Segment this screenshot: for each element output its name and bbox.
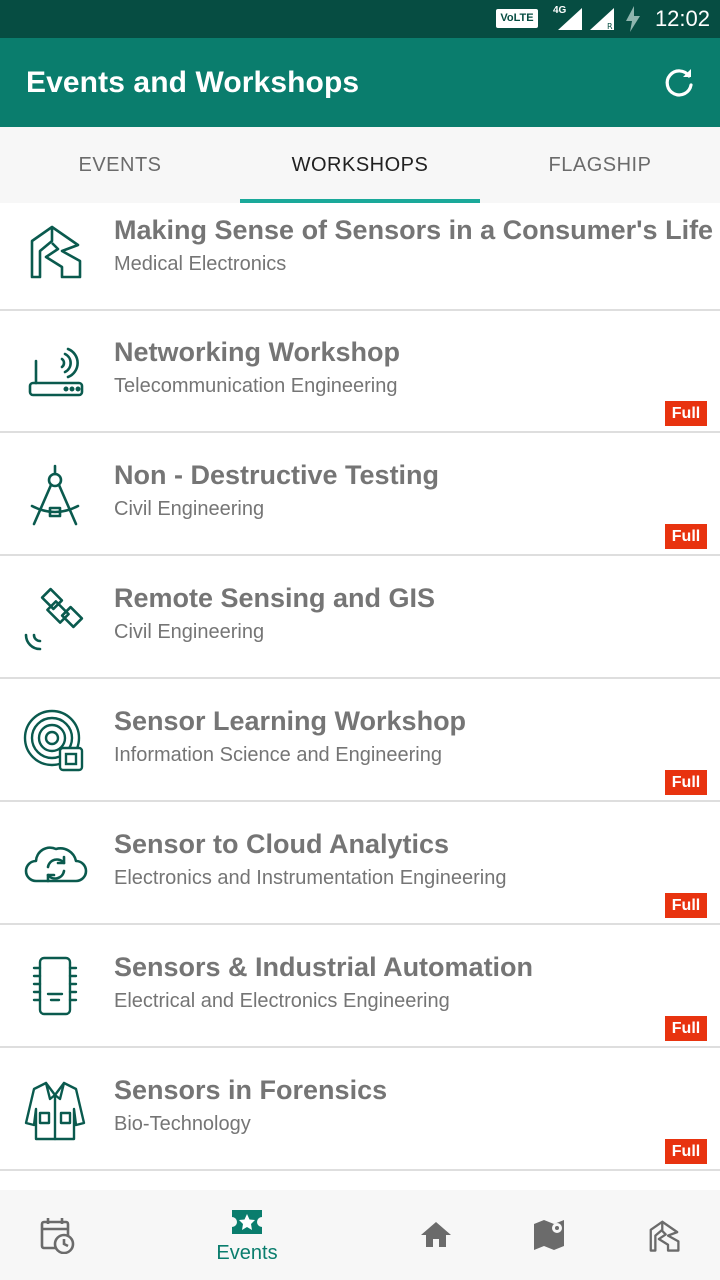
item-title: Sensor Learning Workshop	[114, 706, 467, 736]
item-title: Sensor to Cloud Analytics	[114, 829, 450, 859]
ps-logo-icon	[649, 1220, 680, 1252]
chip-icon	[32, 956, 78, 1016]
ps-logo-icon	[30, 225, 82, 279]
item-subtitle: Civil Engineering	[114, 498, 265, 520]
volte-indicator: VoLTE	[496, 9, 538, 28]
map-icon	[534, 1220, 564, 1250]
router-icon	[28, 347, 84, 397]
nav-about[interactable]	[640, 1190, 688, 1280]
app-bar: Events and Workshops	[0, 38, 720, 127]
item-subtitle: Civil Engineering	[114, 621, 265, 643]
signal-icon	[558, 8, 582, 30]
item-subtitle: Medical Electronics	[114, 253, 287, 275]
list-item[interactable]: Sensor Learning Workshop Information Sci…	[0, 680, 720, 802]
item-title: Remote Sensing and GIS	[114, 583, 436, 613]
workshop-list: Making Sense of Sensors in a Consumer's …	[0, 203, 720, 1190]
status-badge: Full	[665, 893, 707, 918]
compass-icon	[30, 464, 80, 526]
bottom-nav: Events	[0, 1190, 720, 1280]
sensor-rings-icon	[23, 709, 84, 772]
list-item[interactable]: Making Sense of Sensors in a Consumer's …	[0, 203, 720, 311]
nav-home[interactable]	[414, 1190, 458, 1280]
status-badge: Full	[665, 1016, 707, 1041]
item-title: Sensors in Forensics	[114, 1075, 388, 1105]
status-badge: Full	[665, 401, 707, 426]
home-icon	[421, 1222, 451, 1247]
status-bar: VoLTE 4G R 12:02	[0, 0, 720, 38]
signal-roaming-icon: R	[590, 8, 614, 30]
item-title: Sensors & Industrial Automation	[114, 952, 534, 982]
tab-bar: EVENTS WORKSHOPS FLAGSHIP	[0, 127, 720, 203]
tab-workshops[interactable]: WORKSHOPS	[240, 127, 480, 203]
item-title: Non - Destructive Testing	[114, 460, 440, 490]
item-subtitle: Bio-Technology	[114, 1113, 251, 1135]
nav-events[interactable]: Events	[197, 1190, 297, 1280]
tab-events[interactable]: EVENTS	[0, 127, 240, 203]
nav-events-label: Events	[216, 1242, 278, 1264]
ticket-star-icon	[232, 1210, 262, 1234]
status-badge: Full	[665, 770, 707, 795]
status-badge: Full	[665, 1139, 707, 1164]
item-subtitle: Electronics and Instrumentation Engineer…	[114, 867, 507, 889]
page-title: Events and Workshops	[26, 66, 360, 99]
list-item[interactable]: Non - Destructive Testing Civil Engineer…	[0, 434, 720, 556]
list-item[interactable]: Sensor to Cloud Analytics Electronics an…	[0, 803, 720, 925]
clock: 12:02	[654, 6, 710, 31]
item-subtitle: Electrical and Electronics Engineering	[114, 990, 450, 1012]
list-item[interactable]: Remote Sensing and GIS Civil Engineering	[0, 557, 720, 679]
item-title: Networking Workshop	[114, 337, 401, 367]
nav-map[interactable]	[528, 1190, 572, 1280]
tab-flagship[interactable]: FLAGSHIP	[480, 127, 720, 203]
cloud-sync-icon	[24, 846, 88, 883]
list-item[interactable]: Sensors in Forensics Bio-Technology Full	[0, 1049, 720, 1171]
item-subtitle: Telecommunication Engineering	[114, 375, 398, 397]
status-badge: Full	[665, 524, 707, 549]
refresh-icon[interactable]	[662, 66, 696, 100]
lab-coat-icon	[24, 1081, 86, 1141]
svg-text:R: R	[607, 22, 613, 30]
item-title: Making Sense of Sensors in a Consumer's …	[114, 215, 714, 245]
list-item[interactable]: Networking Workshop Telecommunication En…	[0, 311, 720, 433]
battery-charging-icon	[626, 6, 640, 32]
nav-schedule[interactable]	[28, 1190, 88, 1280]
item-subtitle: Information Science and Engineering	[114, 744, 442, 766]
satellite-icon	[24, 587, 84, 651]
calendar-clock-icon	[40, 1218, 75, 1254]
list-item[interactable]: Sensors & Industrial Automation Electric…	[0, 926, 720, 1048]
